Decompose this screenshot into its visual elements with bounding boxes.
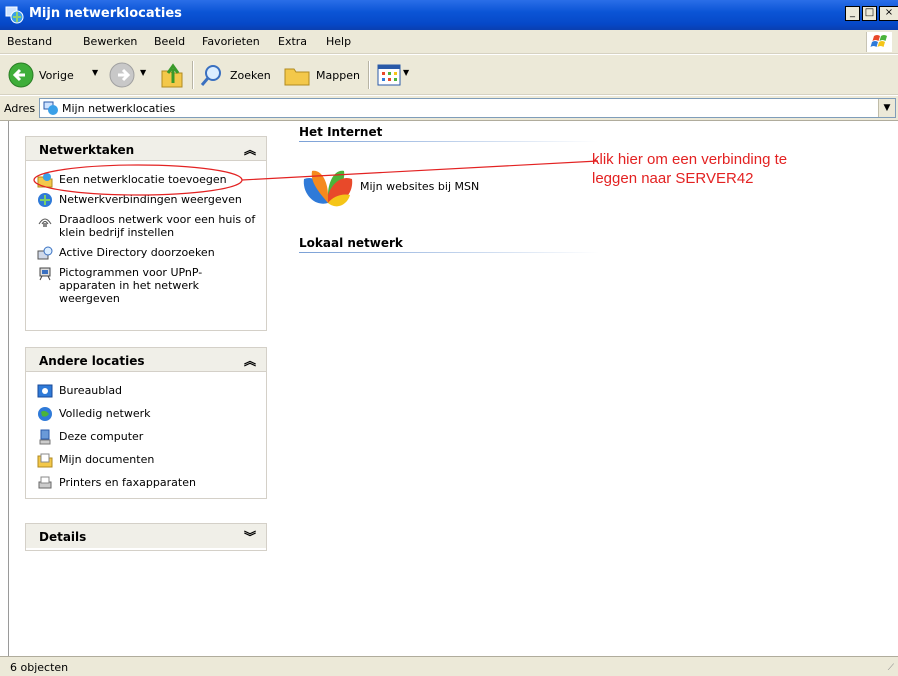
group-header-local-network: Lokaal netwerk xyxy=(299,236,403,250)
address-bar: Adres Mijn netwerklocaties ▼ xyxy=(0,96,898,121)
title-bar[interactable]: Mijn netwerklocaties _ □ × xyxy=(0,0,898,30)
status-bar: 6 objecten ⟋ xyxy=(0,656,898,676)
group-header-internet: Het Internet xyxy=(299,125,383,139)
annotation-text-line-2: leggen naar SERVER42 xyxy=(592,170,754,187)
task-label: Netwerkverbindingen weergeven xyxy=(59,193,242,206)
resize-grip-icon[interactable]: ⟋ xyxy=(888,663,894,673)
search-button[interactable]: Zoeken xyxy=(230,69,271,82)
toolbar: Vorige ▼ ▼ Zoeken Mappen ▼ xyxy=(0,55,898,95)
menu-bar: Bestand Bewerken Beeld Favorieten Extra … xyxy=(0,30,898,54)
address-dropdown-icon[interactable]: ▼ xyxy=(878,99,895,117)
panel-title: Netwerktaken xyxy=(39,143,135,157)
task-active-directory[interactable]: Active Directory doorzoeken xyxy=(26,242,266,262)
my-computer-icon xyxy=(39,429,51,445)
msn-butterfly-icon xyxy=(303,170,353,207)
task-label: Pictogrammen voor UPnP-apparaten in het … xyxy=(59,266,203,305)
place-label: Volledig netwerk xyxy=(59,407,151,420)
folder-up-icon[interactable] xyxy=(159,61,185,89)
place-printers[interactable]: Printers en faxapparaten xyxy=(26,472,266,495)
task-label: Draadloos netwerk voor een huis of klein… xyxy=(59,213,256,239)
details-header[interactable]: Details ︾ xyxy=(26,524,266,548)
collapse-icon[interactable]: ︽ xyxy=(244,141,256,158)
task-label: Active Directory doorzoeken xyxy=(59,246,215,259)
back-arrow-icon[interactable] xyxy=(8,62,34,88)
upnp-icon xyxy=(39,267,51,281)
network-tasks-panel: Netwerktaken ︽ Een netwerklocatie toevoe… xyxy=(25,136,267,331)
task-upnp-icons[interactable]: Pictogrammen voor UPnP-apparaten in het … xyxy=(26,262,266,308)
collapse-icon[interactable]: ︽ xyxy=(244,352,256,369)
place-label: Deze computer xyxy=(59,430,144,443)
msn-websites-item[interactable]: Mijn websites bij MSN xyxy=(300,159,570,219)
annotation-text-line-1: klik hier om een verbinding te xyxy=(592,151,788,168)
status-text: 6 objecten xyxy=(10,661,69,674)
back-button[interactable]: Vorige xyxy=(39,69,74,82)
toolbar-separator xyxy=(192,61,194,89)
address-field[interactable]: Mijn netwerklocaties ▼ xyxy=(39,98,896,118)
item-label: Mijn websites bij MSN xyxy=(360,180,480,193)
place-my-computer[interactable]: Deze computer xyxy=(26,426,266,449)
place-entire-network[interactable]: Volledig netwerk xyxy=(26,403,266,426)
menu-bestand[interactable]: Bestand xyxy=(7,35,52,48)
panel-title: Details xyxy=(39,530,87,544)
details-panel: Details ︾ xyxy=(25,523,267,551)
search-icon[interactable] xyxy=(199,62,225,88)
entire-network-icon xyxy=(38,407,52,421)
other-places-header[interactable]: Andere locaties ︽ xyxy=(26,348,266,372)
wireless-setup-icon xyxy=(38,218,52,227)
views-icon[interactable] xyxy=(377,64,401,86)
back-dropdown-icon[interactable]: ▼ xyxy=(92,68,98,77)
place-label: Printers en faxapparaten xyxy=(59,476,196,489)
printers-icon xyxy=(38,476,52,489)
menu-beeld[interactable]: Beeld xyxy=(154,35,185,48)
address-label: Adres xyxy=(4,102,36,115)
add-network-place-icon xyxy=(37,173,53,188)
task-pane: Netwerktaken ︽ Een netwerklocatie toevoe… xyxy=(9,121,280,656)
expand-icon[interactable]: ︾ xyxy=(244,528,256,545)
menu-help[interactable]: Help xyxy=(326,35,351,48)
maximize-button[interactable]: □ xyxy=(862,6,877,21)
network-places-icon xyxy=(5,6,24,24)
task-wireless-setup[interactable]: Draadloos netwerk voor een huis of klein… xyxy=(26,209,266,242)
place-label: Bureaublad xyxy=(59,384,123,397)
minimize-button[interactable]: _ xyxy=(845,6,860,21)
place-my-documents[interactable]: Mijn documenten xyxy=(26,449,266,472)
menu-favorieten[interactable]: Favorieten xyxy=(202,35,260,48)
task-network-connections[interactable]: Netwerkverbindingen weergeven xyxy=(26,189,266,209)
toolbar-separator xyxy=(368,61,370,89)
address-value: Mijn netwerklocaties xyxy=(62,102,176,115)
network-connections-icon xyxy=(38,193,52,207)
my-documents-icon xyxy=(37,453,53,468)
items-view: Het Internet Mijn websites bij MSN Lokaa… xyxy=(280,121,898,656)
network-places-icon xyxy=(43,101,58,115)
views-dropdown-icon[interactable]: ▼ xyxy=(403,68,409,77)
forward-dropdown-icon[interactable]: ▼ xyxy=(140,68,146,77)
folders-button[interactable]: Mappen xyxy=(316,69,360,82)
menu-bewerken[interactable]: Bewerken xyxy=(83,35,137,48)
directory-search-icon xyxy=(37,246,53,260)
place-label: Mijn documenten xyxy=(59,453,155,466)
desktop-icon xyxy=(37,384,53,398)
window-title: Mijn netwerklocaties xyxy=(29,6,182,21)
task-add-network-place[interactable]: Een netwerklocatie toevoegen xyxy=(26,169,266,189)
other-places-panel: Andere locaties ︽ Bureaublad Volledig ne… xyxy=(25,347,267,499)
group-divider xyxy=(299,252,599,253)
menu-extra[interactable]: Extra xyxy=(278,35,307,48)
place-desktop[interactable]: Bureaublad xyxy=(26,380,266,403)
close-button[interactable]: × xyxy=(879,6,898,21)
forward-arrow-icon[interactable] xyxy=(109,62,135,88)
group-divider xyxy=(299,141,599,142)
task-label: Een netwerklocatie toevoegen xyxy=(59,173,227,186)
windows-logo-icon xyxy=(866,32,892,52)
network-tasks-header[interactable]: Netwerktaken ︽ xyxy=(26,137,266,161)
explorer-content: Netwerktaken ︽ Een netwerklocatie toevoe… xyxy=(8,121,898,656)
folders-icon[interactable] xyxy=(283,62,311,88)
panel-title: Andere locaties xyxy=(39,354,145,368)
